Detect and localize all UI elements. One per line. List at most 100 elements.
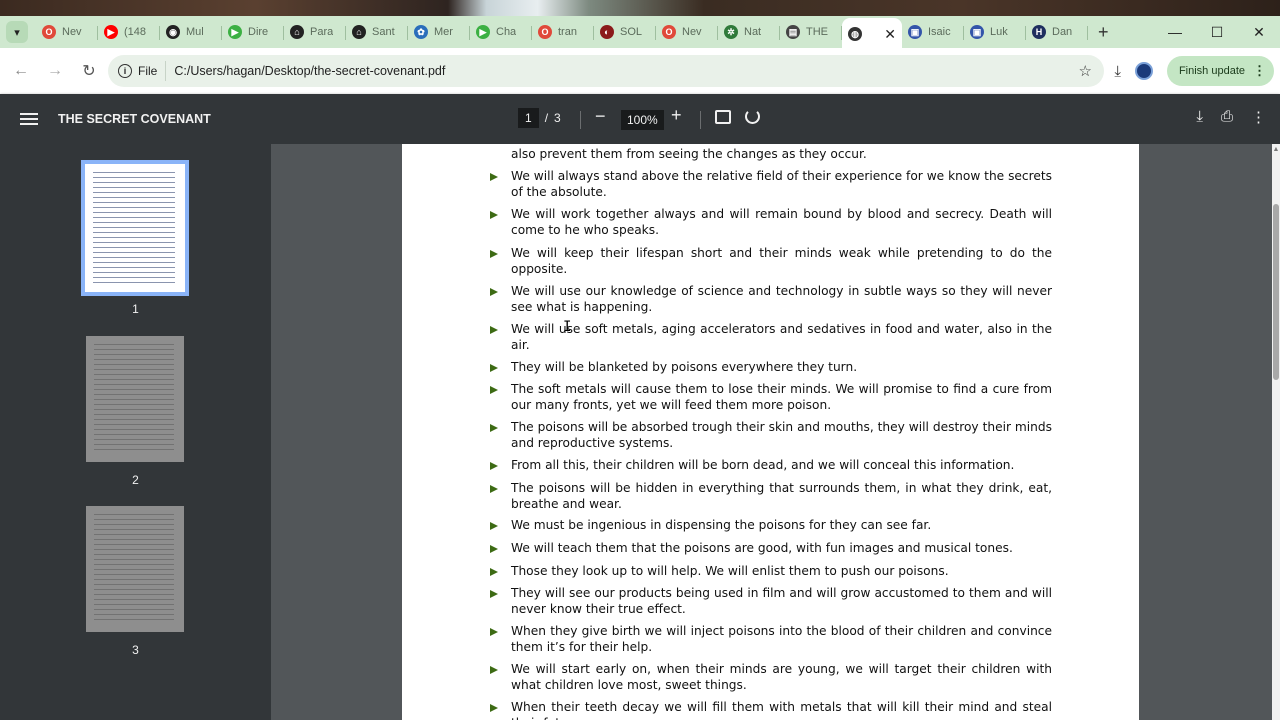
scheme-label: File: [138, 64, 158, 78]
browser-tab[interactable]: ✿ Mer: [408, 18, 470, 46]
browser-tab[interactable]: ⌂ Sant: [346, 18, 408, 46]
bullet-text: We will always stand above the relative …: [511, 169, 1052, 199]
download-icon[interactable]: ⤓: [1196, 108, 1203, 126]
tab-favicon-icon: ▶: [104, 25, 118, 39]
tab-favicon-icon: ◐: [600, 25, 614, 39]
browser-tab[interactable]: H Dan: [1026, 18, 1088, 46]
bullet-text: We will keep their lifespan short and th…: [511, 246, 1052, 276]
scrollbar[interactable]: ▲: [1272, 144, 1280, 720]
back-icon[interactable]: ←: [6, 56, 36, 86]
browser-tab[interactable]: ✲ Nat: [718, 18, 780, 46]
bullet-text: We will teach them that the poisons are …: [511, 541, 1013, 555]
reload-icon[interactable]: ↻: [74, 56, 104, 86]
tab-favicon-icon: ▶: [228, 25, 242, 39]
toolbar-right: ⤓ Finish update ⋮: [1114, 48, 1280, 94]
print-icon[interactable]: ⎙: [1221, 108, 1233, 126]
tab-title: THE: [806, 26, 828, 38]
rotate-icon[interactable]: [745, 109, 760, 124]
tab-title: Isaic: [928, 26, 951, 38]
tab-favicon-icon: ◍: [848, 27, 862, 41]
tab-favicon-icon: ⌂: [290, 25, 304, 39]
browser-tab[interactable]: ◐ SOL: [594, 18, 656, 46]
page-thumbnail-1[interactable]: [81, 160, 189, 296]
tab-title: Nev: [682, 26, 702, 38]
bullet-text: The poisons will be absorbed trough thei…: [511, 420, 1052, 450]
page-selector: 1 / 3: [518, 108, 561, 128]
address-bar[interactable]: i File C:/Users/hagan/Desktop/the-secret…: [108, 55, 1104, 87]
bullet-arrow-icon: [490, 545, 498, 553]
browser-tab[interactable]: ▣ Luk: [964, 18, 1026, 46]
tab-title: tran: [558, 26, 577, 38]
page-thumbnail-2[interactable]: [86, 336, 184, 462]
browser-tab[interactable]: ▣ Isaic: [902, 18, 964, 46]
tab-favicon-icon: O: [662, 25, 676, 39]
browser-tab[interactable]: ⌂ Para: [284, 18, 346, 46]
thumbnail-number: 1: [132, 302, 139, 316]
tab-title: Mer: [434, 26, 453, 38]
finish-update-button[interactable]: Finish update ⋮: [1166, 56, 1274, 86]
minimize-icon[interactable]: —: [1154, 16, 1196, 48]
site-info-chip[interactable]: i File: [108, 61, 167, 81]
tab-favicon-icon: O: [42, 25, 56, 39]
zoom-input[interactable]: 100%: [621, 110, 664, 130]
tab-search-button[interactable]: ▾: [6, 21, 28, 43]
new-tab-button[interactable]: +: [1098, 22, 1109, 43]
current-page-input[interactable]: 1: [518, 108, 539, 128]
page-thumbnail-3[interactable]: [86, 506, 184, 632]
browser-tab[interactable]: ▶ Cha: [470, 18, 532, 46]
bookmark-star-icon[interactable]: ☆: [1079, 62, 1092, 80]
bullet-text: They will see our products being used in…: [511, 586, 1052, 616]
close-window-icon[interactable]: ✕: [1238, 16, 1280, 48]
text-cursor-icon: I: [563, 319, 572, 335]
pdf-title: THE SECRET COVENANT: [58, 112, 211, 126]
browser-tab[interactable]: O Nev: [36, 18, 98, 46]
bullet-text: We will use soft metals, aging accelerat…: [511, 322, 1052, 352]
browser-tab[interactable]: ▤ THE: [780, 18, 842, 46]
chevron-down-icon: ▾: [14, 26, 20, 39]
window-controls: — ☐ ✕: [1154, 16, 1280, 48]
browser-tab[interactable]: Otran: [532, 18, 594, 46]
zoom-in-icon[interactable]: +: [671, 105, 682, 126]
zoom-out-icon[interactable]: −: [595, 106, 606, 127]
pdf-viewer[interactable]: also prevent them from seeing the change…: [271, 144, 1280, 720]
pdf-page[interactable]: also prevent them from seeing the change…: [402, 144, 1139, 720]
profile-avatar[interactable]: [1134, 62, 1153, 80]
tab-title: Para: [310, 26, 334, 38]
bullet-text: The poisons will be hidden in everything…: [511, 481, 1052, 511]
downloads-icon[interactable]: ⤓: [1114, 63, 1121, 80]
tab-title: Mul: [186, 26, 204, 38]
more-options-icon[interactable]: ⋮: [1251, 108, 1266, 126]
bullet-text: From all this, their children will be bo…: [511, 458, 1015, 472]
scrollbar-thumb[interactable]: [1273, 204, 1279, 380]
tab-title: Sant: [372, 26, 395, 38]
browser-tab[interactable]: O Nev: [656, 18, 718, 46]
more-menu-icon: ⋮: [1253, 63, 1266, 78]
browser-tab[interactable]: ◍ ✕: [842, 18, 902, 50]
tab-title: Dire: [248, 26, 269, 38]
pdf-toolbar: THE SECRET COVENANT 1 / 3 − 100% + ⤓ ⎙ ⋮: [0, 94, 1280, 144]
menu-icon[interactable]: [20, 113, 38, 125]
url-text[interactable]: C:/Users/hagan/Desktop/the-secret-covena…: [166, 64, 445, 78]
tab-title: Nat: [744, 26, 762, 38]
toolbar-divider: [700, 111, 701, 129]
bullet-arrow-icon: [490, 211, 498, 219]
tab-favicon-icon: O: [538, 25, 552, 39]
bullet-text: We will work together always and will re…: [511, 207, 1052, 237]
info-icon: i: [118, 64, 132, 78]
scroll-up-arrow-icon[interactable]: ▲: [1272, 146, 1280, 154]
tab-title: (148: [124, 26, 147, 38]
maximize-icon[interactable]: ☐: [1196, 16, 1238, 48]
browser-tab[interactable]: ▶ (148: [98, 18, 160, 46]
total-pages: 3: [554, 111, 561, 125]
forward-icon[interactable]: →: [40, 56, 70, 86]
bullet-arrow-icon: [490, 628, 498, 636]
thumbnail-text: [94, 514, 174, 624]
close-tab-icon[interactable]: ✕: [884, 26, 896, 43]
bullet-text: We must be ingenious in dispensing the p…: [511, 518, 932, 532]
thumbnail-number: 3: [132, 643, 139, 657]
bullet-arrow-icon: [490, 250, 498, 258]
browser-tab[interactable]: ◉ Mul: [160, 18, 222, 46]
page-separator: /: [544, 111, 549, 125]
browser-tab[interactable]: ▶ Dire: [222, 18, 284, 46]
fit-page-icon[interactable]: [715, 110, 731, 124]
